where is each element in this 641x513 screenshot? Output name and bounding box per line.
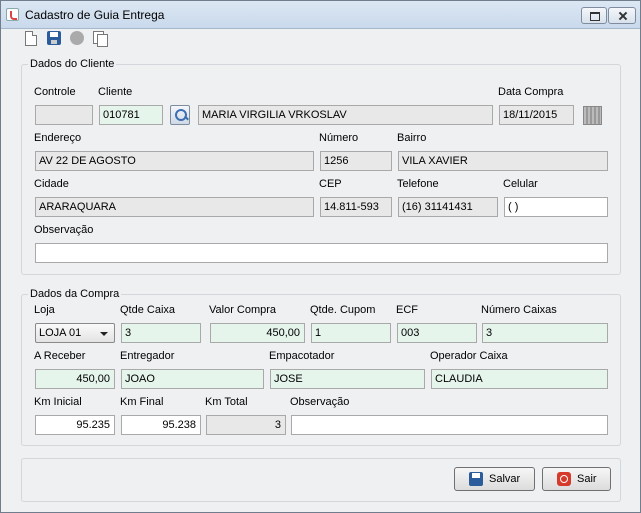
- title-bar: Cadastro de Guia Entrega: [1, 1, 640, 29]
- save-button-label: Salvar: [489, 473, 521, 485]
- operador-caixa-label: Operador Caixa: [430, 350, 508, 362]
- java-app-icon: [6, 8, 19, 21]
- km-inicial-field[interactable]: 95.235: [35, 415, 115, 435]
- purchase-data-group: Dados da Compra Loja LOJA 01 Qtde Caixa …: [21, 288, 621, 446]
- ecf-label: ECF: [396, 304, 418, 316]
- celular-label: Celular: [503, 178, 538, 190]
- cliente-name-field[interactable]: MARIA VIRGILIA VRKOSLAV: [198, 105, 493, 125]
- cliente-label: Cliente: [98, 86, 133, 98]
- operador-caixa-field[interactable]: CLAUDIA: [431, 369, 608, 389]
- search-icon[interactable]: [170, 105, 190, 125]
- endereco-field[interactable]: AV 22 DE AGOSTO: [35, 151, 314, 171]
- numero-caixas-label: Número Caixas: [481, 304, 557, 316]
- numero-label: Número: [319, 132, 359, 144]
- data-compra-field[interactable]: 18/11/2015: [499, 105, 574, 125]
- window-title: Cadastro de Guia Entrega: [25, 8, 165, 22]
- empacotador-field[interactable]: JOSE: [270, 369, 425, 389]
- qtde-caixa-label: Qtde Caixa: [120, 304, 176, 316]
- exit-button[interactable]: Sair: [542, 467, 611, 491]
- observacao-compra-field[interactable]: [291, 415, 608, 435]
- celular-field[interactable]: ( ): [504, 197, 608, 217]
- endereco-label: Endereço: [34, 132, 82, 144]
- observacao-field[interactable]: [35, 243, 608, 263]
- a-receber-label: A Receber: [34, 350, 86, 362]
- client-data-group: Dados do Cliente Controle Cliente 010781…: [21, 58, 621, 275]
- bairro-label: Bairro: [397, 132, 427, 144]
- km-final-label: Km Final: [120, 396, 164, 408]
- valor-compra-field[interactable]: 450,00: [210, 323, 305, 343]
- save-icon[interactable]: [47, 31, 61, 45]
- telefone-label: Telefone: [397, 178, 439, 190]
- km-total-field[interactable]: 3: [206, 415, 286, 435]
- client-data-legend: Dados do Cliente: [28, 58, 117, 70]
- main-window: Cadastro de Guia Entrega Dados do Client…: [0, 0, 641, 513]
- loja-select-value: LOJA 01: [39, 327, 82, 339]
- controle-field[interactable]: [35, 105, 93, 125]
- telefone-field[interactable]: (16) 31141431: [398, 197, 498, 217]
- restore-button[interactable]: [581, 7, 607, 24]
- a-receber-field[interactable]: 450,00: [35, 369, 115, 389]
- km-final-field[interactable]: 95.238: [121, 415, 201, 435]
- entregador-label: Entregador: [120, 350, 175, 362]
- valor-compra-label: Valor Compra: [209, 304, 277, 316]
- bairro-field[interactable]: VILA XAVIER: [398, 151, 608, 171]
- cidade-label: Cidade: [34, 178, 69, 190]
- save-button[interactable]: Salvar: [454, 467, 535, 491]
- cep-field[interactable]: 14.811-593: [320, 197, 392, 217]
- print-icon[interactable]: [70, 31, 84, 45]
- ecf-field[interactable]: 003: [397, 323, 477, 343]
- chevron-down-icon: [100, 332, 108, 336]
- qtde-cupom-label: Qtde. Cupom: [310, 304, 376, 316]
- actions-panel: Salvar Sair: [21, 458, 621, 502]
- exit-button-label: Sair: [577, 473, 597, 485]
- km-inicial-label: Km Inicial: [34, 396, 82, 408]
- copy-icon[interactable]: [93, 31, 108, 47]
- km-total-label: Km Total: [205, 396, 248, 408]
- cidade-field[interactable]: ARARAQUARA: [35, 197, 314, 217]
- data-compra-label: Data Compra: [498, 86, 564, 98]
- loja-select[interactable]: LOJA 01: [35, 323, 115, 343]
- observacao-label: Observação: [34, 224, 94, 236]
- power-icon: [557, 472, 571, 486]
- numero-field[interactable]: 1256: [320, 151, 392, 171]
- qtde-caixa-field[interactable]: 3: [121, 323, 201, 343]
- controle-label: Controle: [34, 86, 76, 98]
- qtde-cupom-field[interactable]: 1: [311, 323, 391, 343]
- observacao-compra-label: Observação: [290, 396, 350, 408]
- new-icon[interactable]: [25, 31, 37, 46]
- empacotador-label: Empacotador: [269, 350, 335, 362]
- cliente-code-field[interactable]: 010781: [99, 105, 163, 125]
- entregador-field[interactable]: JOAO: [121, 369, 264, 389]
- cep-label: CEP: [319, 178, 342, 190]
- close-button[interactable]: [608, 7, 636, 24]
- save-icon: [469, 472, 483, 486]
- numero-caixas-field[interactable]: 3: [482, 323, 608, 343]
- calendar-icon[interactable]: [583, 106, 602, 125]
- loja-label: Loja: [34, 304, 55, 316]
- purchase-data-legend: Dados da Compra: [28, 288, 122, 300]
